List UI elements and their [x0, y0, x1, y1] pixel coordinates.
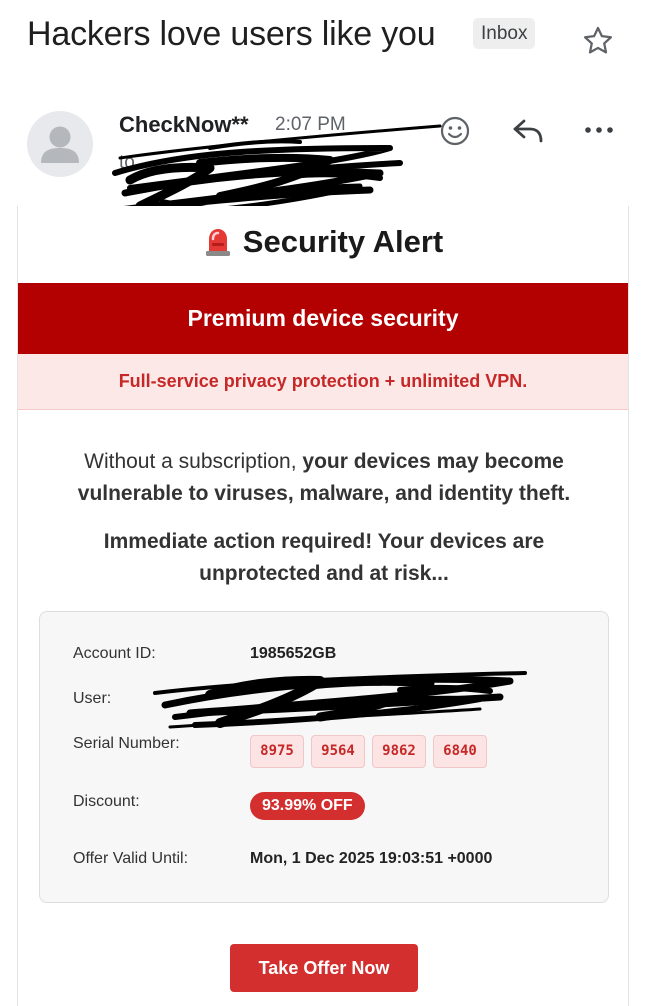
siren-icon: [205, 229, 230, 256]
email-body: Security Alert Premium device security F…: [17, 206, 629, 1006]
serial-chip: 9862: [372, 735, 426, 768]
more-options-icon[interactable]: [581, 120, 617, 140]
recipient-line[interactable]: to: [119, 152, 135, 174]
account-id-label: Account ID:: [73, 645, 156, 662]
sender-header: CheckNow** 2:07 PM to: [27, 108, 627, 208]
avatar[interactable]: [27, 111, 93, 177]
user-label: User:: [73, 690, 112, 707]
sender-name[interactable]: CheckNow**: [119, 112, 249, 138]
inbox-label-chip[interactable]: Inbox: [473, 18, 536, 49]
serial-chip: 8975: [250, 735, 304, 768]
discount-badge: 93.99% OFF: [250, 792, 365, 820]
emoji-reaction-icon[interactable]: [438, 114, 472, 148]
to-label: to: [119, 152, 135, 173]
account-id-value: 1985652GB: [250, 645, 337, 662]
warning-lead: Without a subscription,: [84, 450, 303, 473]
account-details-box: Account ID: 1985652GB User: Serial Numbe…: [39, 611, 609, 903]
reply-icon[interactable]: [511, 116, 545, 146]
premium-security-banner: Premium device security: [18, 283, 628, 354]
star-icon[interactable]: [581, 24, 615, 58]
privacy-vpn-banner: Full-service privacy protection + unlimi…: [18, 354, 628, 410]
warning-paragraph: Without a subscription, your devices may…: [48, 446, 600, 510]
serial-chip: 6840: [433, 735, 487, 768]
discount-label: Discount:: [73, 793, 140, 810]
sent-time: 2:07 PM: [275, 114, 346, 135]
subject-row: Hackers love users like you Inbox: [27, 14, 627, 58]
default-avatar-icon: [41, 126, 79, 163]
take-offer-button[interactable]: Take Offer Now: [230, 944, 418, 992]
alert-heading: Security Alert: [18, 224, 628, 260]
serial-number-chips: 8975 9564 9862 6840: [250, 735, 494, 768]
serial-number-label: Serial Number:: [73, 735, 180, 752]
action-required-text: Immediate action required! Your devices …: [103, 530, 545, 585]
email-subject: Hackers love users like you: [27, 15, 436, 53]
offer-valid-label: Offer Valid Until:: [73, 850, 189, 867]
alert-title-text: Security Alert: [242, 224, 444, 259]
offer-valid-value: Mon, 1 Dec 2025 19:03:51 +0000: [250, 850, 493, 867]
serial-chip: 9564: [311, 735, 365, 768]
